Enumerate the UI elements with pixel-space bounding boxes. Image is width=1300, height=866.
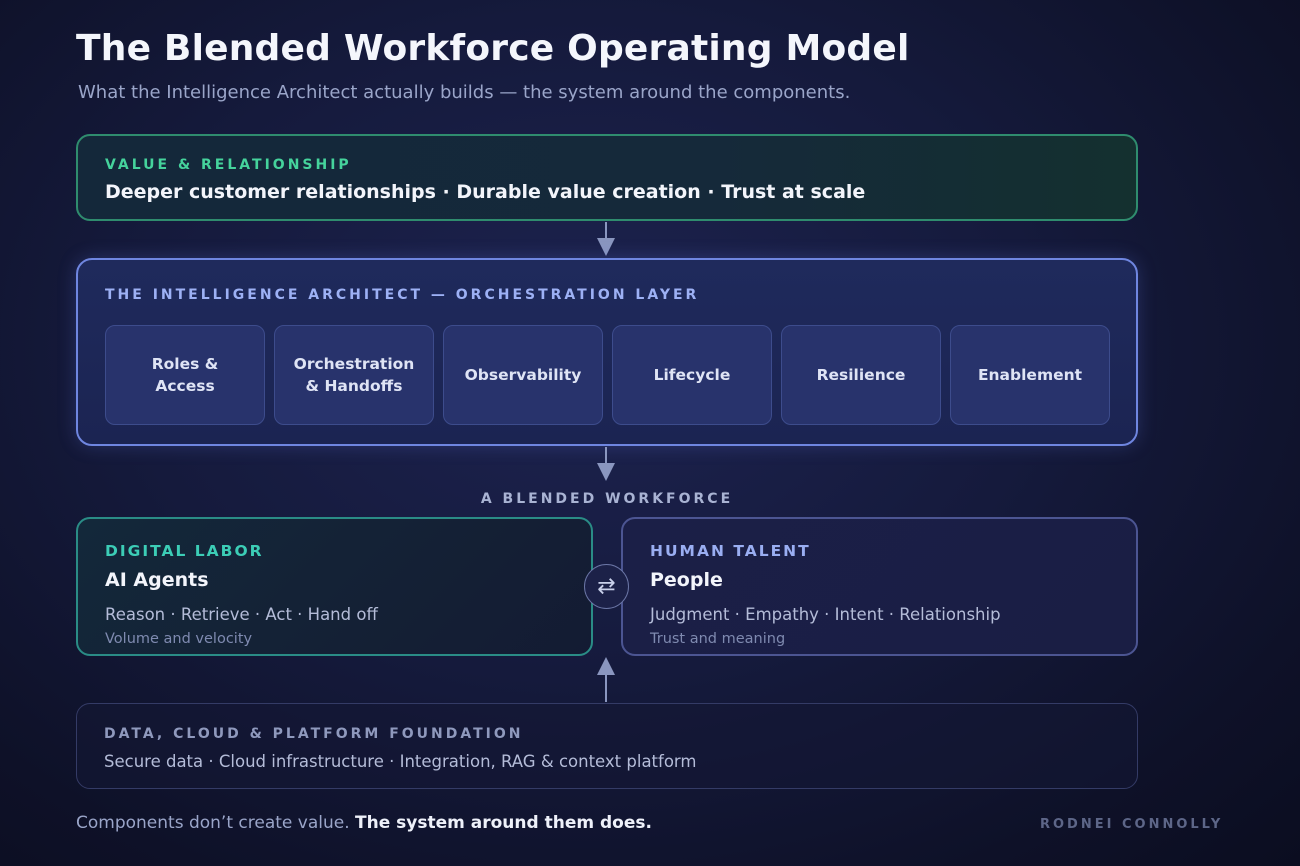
orchestration-layer-box: THE INTELLIGENCE ARCHITECT — ORCHESTRATI…: [76, 258, 1138, 446]
connector-line: [605, 674, 607, 702]
value-layer-eyebrow: VALUE & RELATIONSHIP: [105, 157, 352, 173]
tile-roles-access: Roles & Access: [105, 325, 265, 425]
page-title: The Blended Workforce Operating Model: [76, 28, 910, 69]
footer-lead: Components don’t create value.: [76, 813, 350, 833]
value-layer-box: VALUE & RELATIONSHIP Deeper customer rel…: [76, 134, 1138, 221]
digital-labor-eyebrow: DIGITAL LABOR: [105, 542, 264, 560]
tile-lifecycle: Lifecycle: [612, 325, 772, 425]
author-credit: RODNEI CONNOLLY: [1040, 817, 1224, 832]
foundation-eyebrow: DATA, CLOUD & PLATFORM FOUNDATION: [104, 726, 524, 742]
value-layer-headline: Deeper customer relationships · Durable …: [105, 181, 866, 203]
arrow-down-icon: [597, 238, 615, 256]
blended-workforce-label: A BLENDED WORKFORCE: [480, 491, 734, 507]
digital-labor-card: DIGITAL LABOR AI Agents Reason · Retriev…: [76, 517, 593, 656]
human-talent-card: HUMAN TALENT People Judgment · Empathy ·…: [621, 517, 1138, 656]
foundation-layer-box: DATA, CLOUD & PLATFORM FOUNDATION Secure…: [76, 703, 1138, 789]
tile-resilience: Resilience: [781, 325, 941, 425]
human-talent-name: People: [650, 569, 723, 591]
tile-enablement: Enablement: [950, 325, 1110, 425]
tile-observability: Observability: [443, 325, 603, 425]
digital-labor-traits: Reason · Retrieve · Act · Hand off: [105, 605, 378, 624]
orchestration-layer-eyebrow: THE INTELLIGENCE ARCHITECT — ORCHESTRATI…: [105, 287, 700, 303]
capability-tiles: Roles & Access Orchestration & Handoffs Ob…: [105, 325, 1110, 425]
arrow-down-icon: [597, 463, 615, 481]
digital-labor-name: AI Agents: [105, 569, 209, 591]
arrow-up-icon: [597, 657, 615, 675]
footer-emphasis: The system around them does.: [355, 813, 652, 833]
page-subtitle: What the Intelligence Architect actually…: [78, 82, 851, 103]
swap-arrows-icon: ⇄: [584, 564, 629, 609]
human-talent-eyebrow: HUMAN TALENT: [650, 542, 811, 560]
digital-labor-note: Volume and velocity: [105, 631, 253, 647]
tile-orchestration-handoffs: Orchestration & Handoffs: [274, 325, 434, 425]
foundation-items: Secure data · Cloud infrastructure · Int…: [104, 752, 697, 771]
human-talent-traits: Judgment · Empathy · Intent · Relationsh…: [650, 605, 1001, 624]
footer-tagline: Components don’t create value. The syste…: [76, 813, 652, 833]
human-talent-note: Trust and meaning: [650, 631, 786, 647]
